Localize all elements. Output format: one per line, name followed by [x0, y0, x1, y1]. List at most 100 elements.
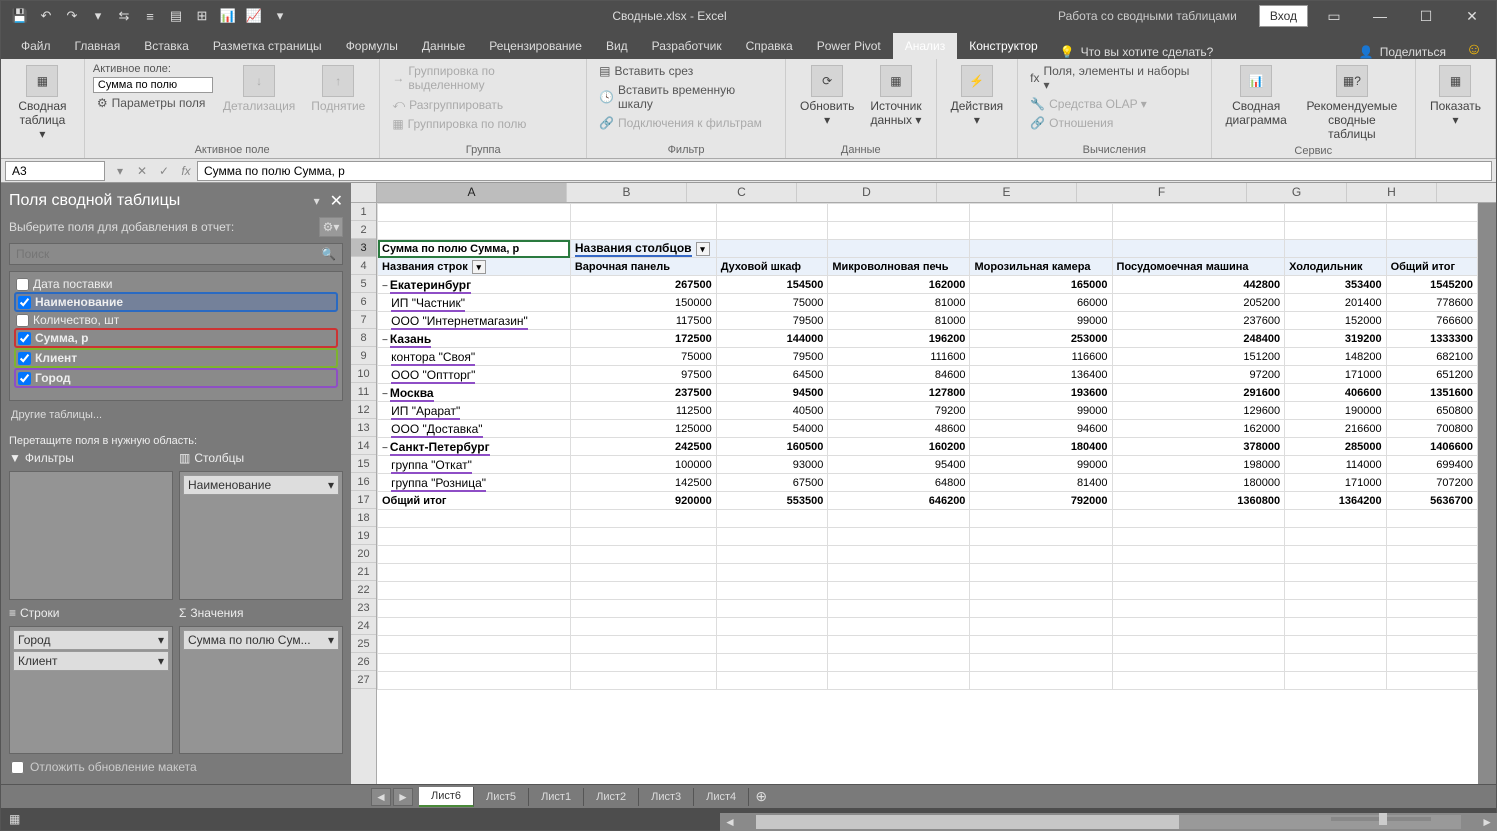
- cell[interactable]: 171000: [1285, 474, 1387, 492]
- cell[interactable]: [570, 204, 716, 222]
- row-header[interactable]: 10: [351, 365, 376, 383]
- tab-nav-prev-icon[interactable]: ◄: [371, 788, 391, 806]
- cell[interactable]: [378, 672, 571, 690]
- cell[interactable]: ООО "Интернетмагазин": [378, 312, 571, 330]
- cell[interactable]: [970, 240, 1112, 258]
- cell[interactable]: [716, 510, 828, 528]
- cell[interactable]: 180400: [970, 438, 1112, 456]
- cell[interactable]: 142500: [570, 474, 716, 492]
- cell[interactable]: 242500: [570, 438, 716, 456]
- qat-more-icon[interactable]: ▾: [267, 3, 293, 29]
- cell[interactable]: 111600: [828, 348, 970, 366]
- cell[interactable]: 1545200: [1386, 276, 1477, 294]
- cell[interactable]: Варочная панель: [570, 258, 716, 276]
- row-header[interactable]: 21: [351, 563, 376, 581]
- cell[interactable]: Посудомоечная машина: [1112, 258, 1285, 276]
- cell[interactable]: [570, 618, 716, 636]
- cancel-icon[interactable]: ✕: [131, 164, 153, 178]
- cell[interactable]: 378000: [1112, 438, 1285, 456]
- cell[interactable]: [828, 222, 970, 240]
- cell[interactable]: 1364200: [1285, 492, 1387, 510]
- cell[interactable]: 100000: [570, 456, 716, 474]
- cell[interactable]: [716, 222, 828, 240]
- other-tables-link[interactable]: Другие таблицы...: [11, 409, 341, 421]
- cell[interactable]: 75000: [716, 294, 828, 312]
- cell[interactable]: 319200: [1285, 330, 1387, 348]
- cell[interactable]: 152000: [1285, 312, 1387, 330]
- recommended-pivots-button[interactable]: ▦?Рекомендуемые сводные таблицы: [1297, 63, 1407, 143]
- cell[interactable]: Микроволновая печь: [828, 258, 970, 276]
- cell[interactable]: [828, 672, 970, 690]
- cell[interactable]: [716, 528, 828, 546]
- col-header-A[interactable]: A: [377, 183, 567, 202]
- col-header-B[interactable]: B: [567, 183, 687, 202]
- cell[interactable]: 79500: [716, 348, 828, 366]
- row-header[interactable]: 26: [351, 653, 376, 671]
- cell[interactable]: [828, 636, 970, 654]
- cell[interactable]: [716, 240, 828, 258]
- cell[interactable]: [1285, 582, 1387, 600]
- cell[interactable]: [1386, 672, 1477, 690]
- cell[interactable]: [1386, 528, 1477, 546]
- show-button[interactable]: ▦Показать ▾: [1424, 63, 1487, 129]
- cell[interactable]: ИП "Арарат": [378, 402, 571, 420]
- row-header[interactable]: 5: [351, 275, 376, 293]
- cell[interactable]: [1386, 600, 1477, 618]
- cell[interactable]: 1406600: [1386, 438, 1477, 456]
- defer-checkbox[interactable]: [11, 761, 24, 774]
- cell[interactable]: [1285, 222, 1387, 240]
- cell[interactable]: 54000: [716, 420, 828, 438]
- row-header[interactable]: 15: [351, 455, 376, 473]
- tab-nav-next-icon[interactable]: ►: [393, 788, 413, 806]
- row-header[interactable]: 6: [351, 293, 376, 311]
- cell[interactable]: 237600: [1112, 312, 1285, 330]
- cell[interactable]: 248400: [1112, 330, 1285, 348]
- cell[interactable]: 99000: [970, 312, 1112, 330]
- active-field-input[interactable]: [93, 77, 213, 93]
- cell[interactable]: [1112, 654, 1285, 672]
- fields-items-sets-button[interactable]: fx Поля, элементы и наборы ▾: [1026, 63, 1202, 93]
- cell[interactable]: [378, 582, 571, 600]
- vertical-scrollbar[interactable]: [1478, 203, 1496, 784]
- cell[interactable]: [1112, 582, 1285, 600]
- cell[interactable]: [1386, 582, 1477, 600]
- values-drop-area[interactable]: Сумма по полю Сум...▾: [179, 626, 343, 755]
- row-header[interactable]: 2: [351, 221, 376, 239]
- cell[interactable]: ИП "Частник": [378, 294, 571, 312]
- cell[interactable]: [716, 672, 828, 690]
- cell[interactable]: 75000: [570, 348, 716, 366]
- cell[interactable]: 81000: [828, 294, 970, 312]
- cell[interactable]: [970, 222, 1112, 240]
- cell[interactable]: 253000: [970, 330, 1112, 348]
- qat-icon[interactable]: ⇆: [111, 3, 137, 29]
- cell[interactable]: 267500: [570, 276, 716, 294]
- cell[interactable]: 66000: [970, 294, 1112, 312]
- cell[interactable]: 129600: [1112, 402, 1285, 420]
- insert-slicer-button[interactable]: ▤ Вставить срез: [595, 63, 697, 79]
- cell[interactable]: [716, 618, 828, 636]
- cell[interactable]: [970, 528, 1112, 546]
- col-header-F[interactable]: F: [1077, 183, 1247, 202]
- rows-drop-area[interactable]: Город▾ Клиент▾: [9, 626, 173, 755]
- cell[interactable]: 99000: [970, 402, 1112, 420]
- cell[interactable]: [1112, 546, 1285, 564]
- cell[interactable]: 651200: [1386, 366, 1477, 384]
- cell[interactable]: [1386, 222, 1477, 240]
- tab-design[interactable]: Конструктор: [957, 33, 1049, 59]
- chevron-down-icon[interactable]: ▾: [158, 654, 164, 668]
- cell[interactable]: 5636700: [1386, 492, 1477, 510]
- cell[interactable]: [828, 564, 970, 582]
- cell[interactable]: 114000: [1285, 456, 1387, 474]
- cell[interactable]: 79200: [828, 402, 970, 420]
- cell[interactable]: 97200: [1112, 366, 1285, 384]
- cell[interactable]: 766600: [1386, 312, 1477, 330]
- cell[interactable]: [1285, 204, 1387, 222]
- cell[interactable]: [828, 654, 970, 672]
- cells-area[interactable]: Сумма по полю Сумма, рНазвания столбцов▾…: [377, 203, 1478, 784]
- cell[interactable]: [378, 618, 571, 636]
- tab-review[interactable]: Рецензирование: [477, 33, 594, 59]
- row-header[interactable]: 23: [351, 599, 376, 617]
- cell[interactable]: [1386, 636, 1477, 654]
- cell[interactable]: 144000: [716, 330, 828, 348]
- cell[interactable]: 442800: [1112, 276, 1285, 294]
